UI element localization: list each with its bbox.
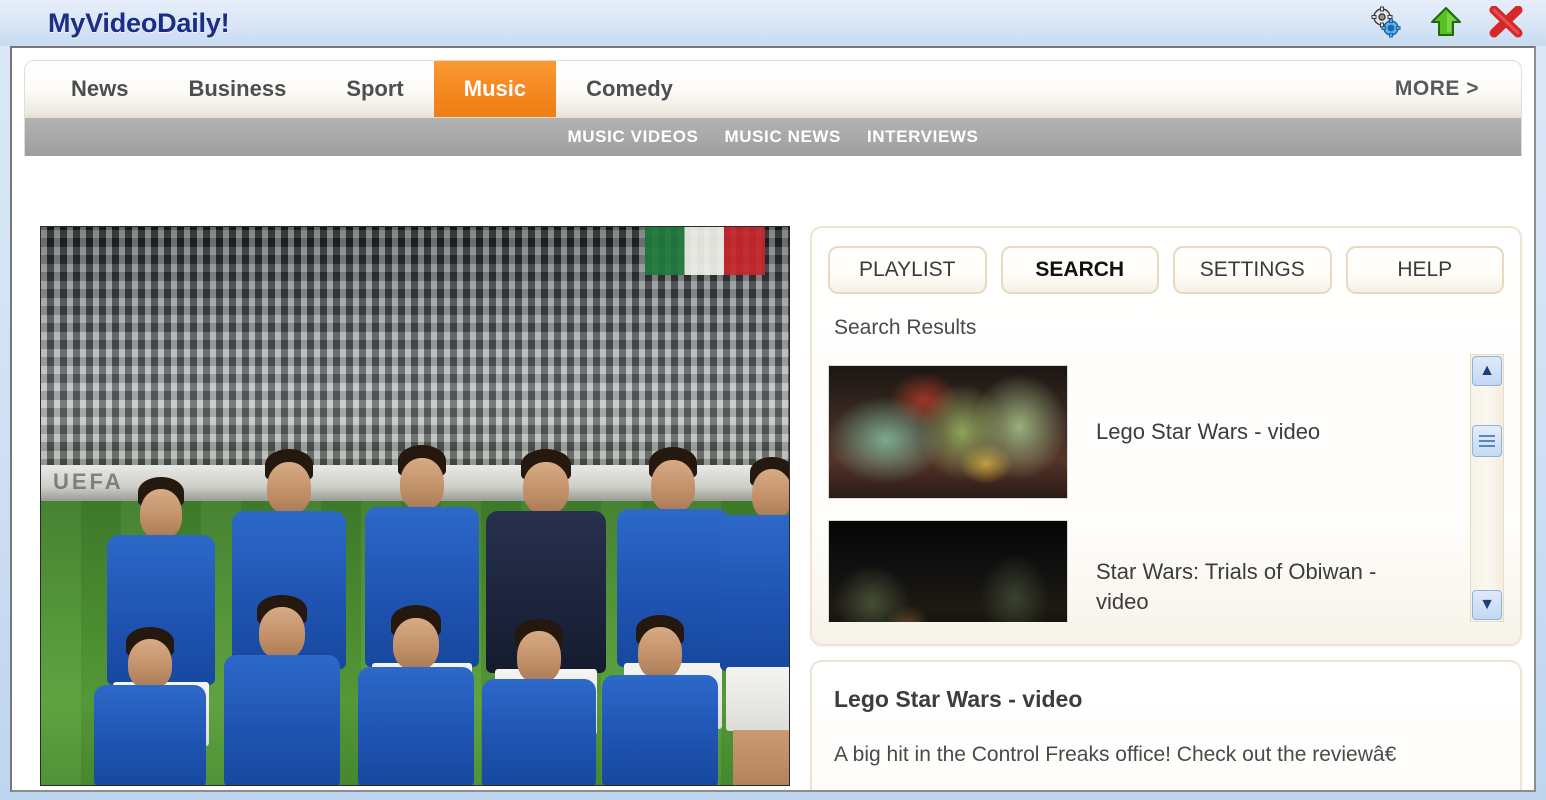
result-title: Lego Star Wars - video: [1096, 418, 1321, 444]
secondary-nav-bar: MUSIC VIDEOS MUSIC NEWS INTERVIEWS: [24, 118, 1522, 156]
results-list: Lego Star Wars - video Star Wars: Trials…: [828, 354, 1462, 622]
results-scrollbar[interactable]: ▲ ▼: [1470, 354, 1504, 622]
sidebar-tabs: PLAYLIST SEARCH SETTINGS HELP: [828, 246, 1504, 294]
nav-more-link[interactable]: MORE >: [1375, 61, 1521, 117]
settings-gears-icon[interactable]: [1368, 4, 1404, 40]
app-title: MyVideoDaily!: [48, 7, 230, 38]
video-stage[interactable]: UEFA: [40, 226, 790, 786]
nav-tab-business[interactable]: Business: [158, 61, 316, 117]
content-frame: News Business Sport Music Comedy MORE > …: [10, 46, 1536, 792]
navigation-area: News Business Sport Music Comedy MORE > …: [24, 60, 1522, 170]
scroll-up-arrow-icon[interactable]: ▲: [1472, 356, 1502, 386]
subnav-item-interviews[interactable]: INTERVIEWS: [867, 127, 978, 147]
tab-playlist[interactable]: PLAYLIST: [828, 246, 987, 294]
nav-tab-music[interactable]: Music: [433, 61, 557, 117]
list-item[interactable]: Star Wars: Trials of Obiwan - video: [828, 509, 1462, 622]
result-thumbnail: [828, 364, 1068, 499]
tab-settings[interactable]: SETTINGS: [1173, 246, 1332, 294]
thumb-grip-line: [1479, 440, 1495, 442]
nav-tab-sport[interactable]: Sport: [316, 61, 433, 117]
obiwan-video-thumbnail-image: [829, 520, 1067, 622]
list-item[interactable]: Lego Star Wars - video: [828, 354, 1462, 509]
detail-description: A big hit in the Control Freaks office! …: [834, 743, 1397, 766]
detail-title: Lego Star Wars - video: [834, 686, 1083, 712]
thumb-grip-line: [1479, 445, 1495, 447]
detail-panel: Lego Star Wars - video A big hit in the …: [810, 660, 1522, 790]
result-thumbnail: [828, 519, 1068, 622]
green-up-arrow-icon[interactable]: [1428, 4, 1464, 40]
result-title: Star Wars: Trials of Obiwan - video: [1096, 558, 1377, 614]
subnav-item-music-news[interactable]: MUSIC NEWS: [724, 127, 841, 147]
thumb-grip-line: [1479, 435, 1495, 437]
italian-flag: [645, 227, 765, 275]
results-area: Lego Star Wars - video Star Wars: Trials…: [828, 354, 1504, 622]
tab-help[interactable]: HELP: [1345, 246, 1504, 294]
video-player: UEFA: [40, 226, 790, 790]
video-controls-bar: ▶ ❚❚ ⏪ ⏩ FULLSCREEN: [40, 786, 790, 790]
sidebar: PLAYLIST SEARCH SETTINGS HELP Search Res…: [810, 226, 1522, 790]
player-figure: [477, 619, 601, 785]
scrollbar-thumb[interactable]: [1472, 425, 1502, 457]
search-panel: PLAYLIST SEARCH SETTINGS HELP Search Res…: [810, 226, 1522, 646]
application-window: MyVideoDaily! News Business Sport Music …: [0, 0, 1546, 800]
nav-tab-news[interactable]: News: [25, 61, 158, 117]
subnav-item-music-videos[interactable]: MUSIC VIDEOS: [568, 127, 699, 147]
lego-video-thumbnail-image: [829, 365, 1067, 498]
player-figure: [89, 627, 211, 785]
title-bar-icon-group: [1368, 4, 1524, 40]
primary-nav-bar: News Business Sport Music Comedy MORE >: [24, 60, 1522, 118]
player-figure: [597, 615, 723, 785]
nav-tab-comedy[interactable]: Comedy: [556, 61, 703, 117]
tab-search[interactable]: SEARCH: [1000, 246, 1159, 294]
search-results-label: Search Results: [834, 316, 977, 339]
player-figure: [219, 595, 345, 785]
player-figure: [717, 457, 789, 785]
scroll-down-arrow-icon[interactable]: ▼: [1472, 590, 1502, 620]
player-figure: [353, 605, 479, 785]
title-bar: MyVideoDaily!: [0, 0, 1546, 46]
close-x-icon[interactable]: [1488, 4, 1524, 40]
